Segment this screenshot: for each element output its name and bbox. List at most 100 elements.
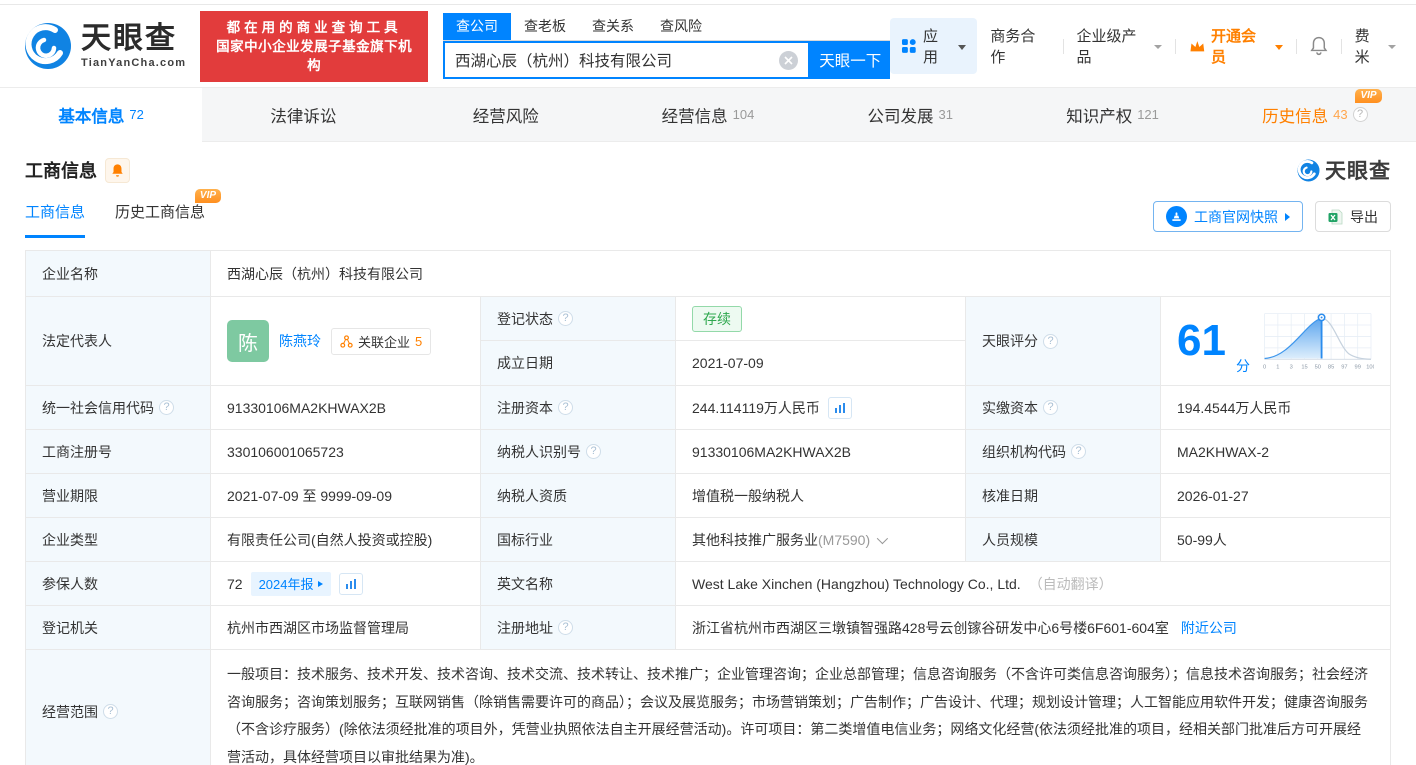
clear-search-icon[interactable] bbox=[779, 50, 799, 70]
help-icon[interactable]: ? bbox=[1043, 400, 1058, 415]
stamp-icon bbox=[1166, 206, 1187, 227]
snapshot-label: 工商官网快照 bbox=[1194, 208, 1278, 225]
field-label-org-code: 组织机构代码 ? bbox=[966, 430, 1161, 474]
user-menu[interactable]: 费米 bbox=[1355, 25, 1396, 67]
search-input[interactable] bbox=[455, 51, 780, 69]
field-label-company-type: 企业类型 bbox=[26, 518, 211, 562]
logo-domain: TianYanCha.com bbox=[81, 56, 187, 69]
tab-business-info[interactable]: 经营信息 104 bbox=[607, 88, 809, 141]
tab-count: 72 bbox=[129, 107, 144, 122]
help-icon[interactable]: ? bbox=[558, 400, 573, 415]
business-info-table: 企业名称 西湖心辰（杭州）科技有限公司 法定代表人 陈 陈燕玲 关联企业 5 登… bbox=[25, 250, 1391, 765]
tab-count: 31 bbox=[938, 107, 953, 122]
field-label-paid-capital: 实缴资本 ? bbox=[966, 386, 1161, 430]
related-companies-badge[interactable]: 关联企业 5 bbox=[331, 327, 432, 355]
help-icon[interactable]: ? bbox=[1352, 107, 1368, 122]
insured-chart-icon[interactable] bbox=[338, 572, 363, 595]
search-tab-relation[interactable]: 查关系 bbox=[579, 13, 647, 40]
svg-text:85: 85 bbox=[1328, 364, 1334, 370]
search-submit-button[interactable]: 天眼一下 bbox=[810, 41, 891, 79]
related-count: 5 bbox=[415, 333, 423, 349]
watermark-brand-text: 天眼查 bbox=[1325, 160, 1391, 183]
help-icon[interactable]: ? bbox=[586, 444, 601, 459]
subscribe-bell-button[interactable] bbox=[105, 157, 130, 183]
divider bbox=[1062, 38, 1064, 54]
field-label-taxpayer-quality: 纳税人资质 bbox=[481, 474, 676, 518]
logo-text: 天眼查 bbox=[81, 21, 177, 55]
help-icon[interactable]: ? bbox=[159, 400, 174, 415]
tab-basic-info[interactable]: 基本信息 72 bbox=[0, 88, 203, 142]
tab-label: 公司发展 bbox=[867, 107, 934, 126]
help-icon[interactable]: ? bbox=[558, 311, 573, 326]
chevron-right-icon bbox=[317, 580, 323, 587]
legal-rep-avatar[interactable]: 陈 bbox=[227, 320, 269, 362]
search-tab-boss[interactable]: 查老板 bbox=[511, 13, 579, 40]
nav-enterprise-label: 企业级产品 bbox=[1076, 28, 1137, 66]
help-icon[interactable]: ? bbox=[558, 620, 573, 635]
tab-intellectual-property[interactable]: 知识产权 121 bbox=[1011, 88, 1213, 141]
field-label-staff-size: 人员规模 bbox=[966, 518, 1161, 562]
field-label-legal-rep: 法定代表人 bbox=[26, 297, 211, 386]
divider bbox=[1340, 38, 1342, 54]
field-value-address: 浙江省杭州市西湖区三墩镇智强路428号云创镓谷研发中心6号楼6F601-604室… bbox=[676, 606, 1390, 650]
slogan-line1: 都在用的商业查询工具 bbox=[226, 19, 402, 35]
search-tab-risk[interactable]: 查风险 bbox=[647, 13, 715, 40]
divider bbox=[1175, 38, 1177, 54]
field-value-legal-rep: 陈 陈燕玲 关联企业 5 bbox=[211, 297, 481, 386]
tianyancha-logo-icon bbox=[1297, 158, 1320, 182]
nearby-companies-link[interactable]: 附近公司 bbox=[1181, 618, 1237, 638]
tab-operating-risk[interactable]: 经营风险 bbox=[405, 88, 607, 141]
field-label-reg-capital: 注册资本 ? bbox=[481, 386, 676, 430]
field-value-business-scope: 一般项目：技术服务、技术开发、技术咨询、技术交流、技术转让、技术推广；企业管理咨… bbox=[211, 650, 1390, 765]
svg-text:15: 15 bbox=[1301, 364, 1307, 370]
help-icon[interactable]: ? bbox=[1043, 333, 1058, 349]
field-value-org-code: MA2KHWAX-2 bbox=[1161, 430, 1390, 474]
search-tabs: 查公司 查老板 查关系 查风险 bbox=[443, 13, 891, 41]
field-label-company-name: 企业名称 bbox=[26, 251, 211, 297]
tab-label: 知识产权 bbox=[1066, 107, 1133, 126]
tab-history-info[interactable]: 历史信息 43 VIP ? bbox=[1214, 88, 1416, 141]
field-label-credit-code: 统一社会信用代码 ? bbox=[26, 386, 211, 430]
help-icon[interactable]: ? bbox=[103, 704, 118, 719]
open-membership-button[interactable]: 开通会员 bbox=[1189, 25, 1283, 67]
capital-chart-icon[interactable] bbox=[827, 396, 852, 419]
chevron-down-icon[interactable] bbox=[876, 532, 889, 544]
help-icon[interactable]: ? bbox=[1071, 444, 1086, 459]
svg-text:1: 1 bbox=[1276, 364, 1279, 370]
field-value-reg-status: 存续 bbox=[676, 297, 966, 341]
username: 费米 bbox=[1354, 28, 1370, 66]
field-label-english-name: 英文名称 bbox=[481, 562, 676, 606]
site-header: 天眼查 TianYanCha.com 都在用的商业查询工具 国家中小企业发展子基… bbox=[0, 5, 1416, 87]
membership-label: 开通会员 bbox=[1210, 28, 1256, 66]
main-content: 工商信息 天眼查 工商信息 历史工商信息 VIP 工商官网快照 导出 企业名称 … bbox=[0, 142, 1416, 765]
excel-icon bbox=[1328, 209, 1343, 224]
official-snapshot-button[interactable]: 工商官网快照 bbox=[1153, 201, 1303, 232]
legal-rep-name-link[interactable]: 陈燕玲 bbox=[279, 331, 321, 351]
tab-company-development[interactable]: 公司发展 31 bbox=[809, 88, 1011, 141]
svg-text:50: 50 bbox=[1315, 364, 1321, 370]
field-value-approval-date: 2026-01-27 bbox=[1161, 474, 1390, 518]
tab-count: 121 bbox=[1137, 107, 1159, 122]
annual-report-badge[interactable]: 2024年报 bbox=[250, 571, 331, 596]
nav-enterprise[interactable]: 企业级产品 bbox=[1077, 25, 1163, 67]
search-input-wrap bbox=[443, 41, 811, 79]
apps-grid-icon bbox=[902, 39, 916, 53]
chevron-down-icon bbox=[958, 44, 967, 50]
notification-bell-icon[interactable] bbox=[1310, 36, 1328, 56]
svg-text:3: 3 bbox=[1290, 364, 1293, 370]
svg-text:0: 0 bbox=[1263, 364, 1266, 370]
tianyancha-logo-icon bbox=[25, 23, 71, 69]
nav-cooperation[interactable]: 商务合作 bbox=[990, 25, 1049, 67]
bell-icon bbox=[112, 163, 123, 177]
score-value: 61 bbox=[1177, 316, 1226, 365]
apps-menu[interactable]: 应用 bbox=[890, 18, 978, 74]
subtab-business-info[interactable]: 工商信息 bbox=[25, 201, 86, 238]
tianyancha-logo[interactable]: 天眼查 TianYanCha.com bbox=[24, 22, 186, 70]
field-value-industry: 其他科技推广服务业 (M7590) bbox=[676, 518, 966, 562]
tab-legal-litigation[interactable]: 法律诉讼 bbox=[202, 88, 404, 141]
field-value-company-name: 西湖心辰（杭州）科技有限公司 bbox=[211, 251, 1390, 297]
related-label: 关联企业 bbox=[358, 334, 411, 350]
export-button[interactable]: 导出 bbox=[1315, 201, 1391, 232]
search-tab-company[interactable]: 查公司 bbox=[443, 13, 512, 40]
subtab-history-business-info[interactable]: 历史工商信息 VIP bbox=[115, 189, 222, 235]
